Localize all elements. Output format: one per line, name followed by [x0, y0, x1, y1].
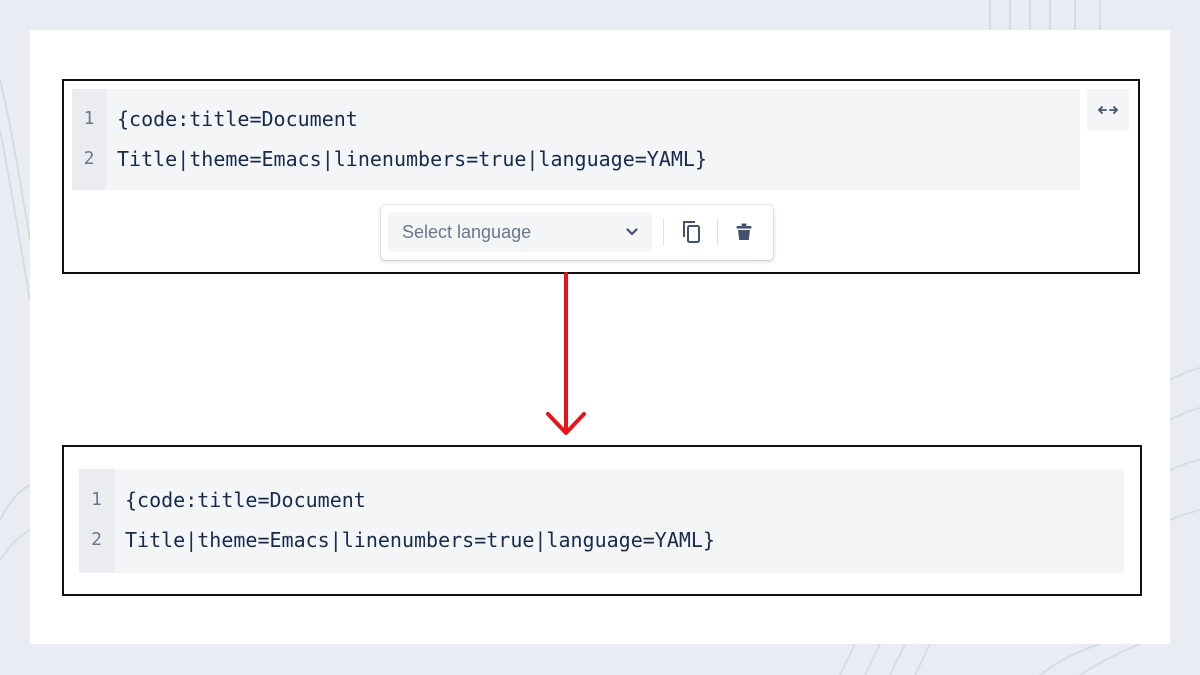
after-frame: 1 2 {code:title=Document Title|theme=Ema…: [62, 445, 1142, 596]
line-number-gutter: 1 2: [79, 469, 114, 573]
content-card: 1 2 {code:title=Document Title|theme=Ema…: [30, 30, 1170, 644]
code-block-rendered: 1 2 {code:title=Document Title|theme=Ema…: [79, 469, 1124, 573]
line-number: 2: [79, 520, 114, 560]
code-line: {code:title=Document: [125, 480, 1124, 520]
code-lines: {code:title=Document Title|theme=Emacs|l…: [114, 469, 1124, 573]
code-line: Title|theme=Emacs|linenumbers=true|langu…: [125, 520, 1124, 560]
line-number: 1: [79, 480, 114, 520]
